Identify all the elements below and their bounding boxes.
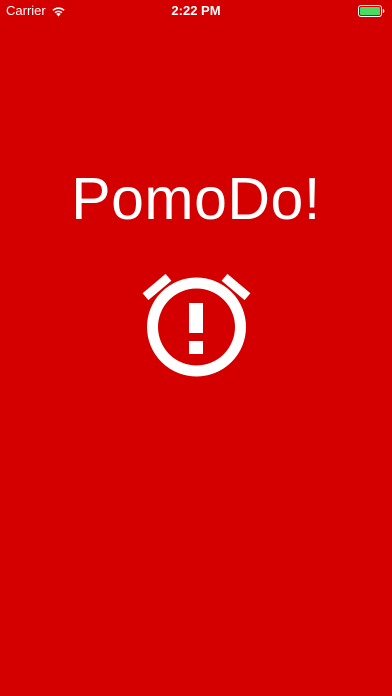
- alarm-clock-exclamation-icon: [142, 273, 251, 377]
- status-time: 2:22 PM: [171, 3, 221, 18]
- status-bar: Carrier 2:22 PM: [0, 0, 392, 22]
- app-title: PomoDo!: [71, 166, 321, 232]
- battery-full-icon: [358, 5, 385, 17]
- splash-screen: Carrier 2:22 PM PomoDo!: [0, 0, 392, 696]
